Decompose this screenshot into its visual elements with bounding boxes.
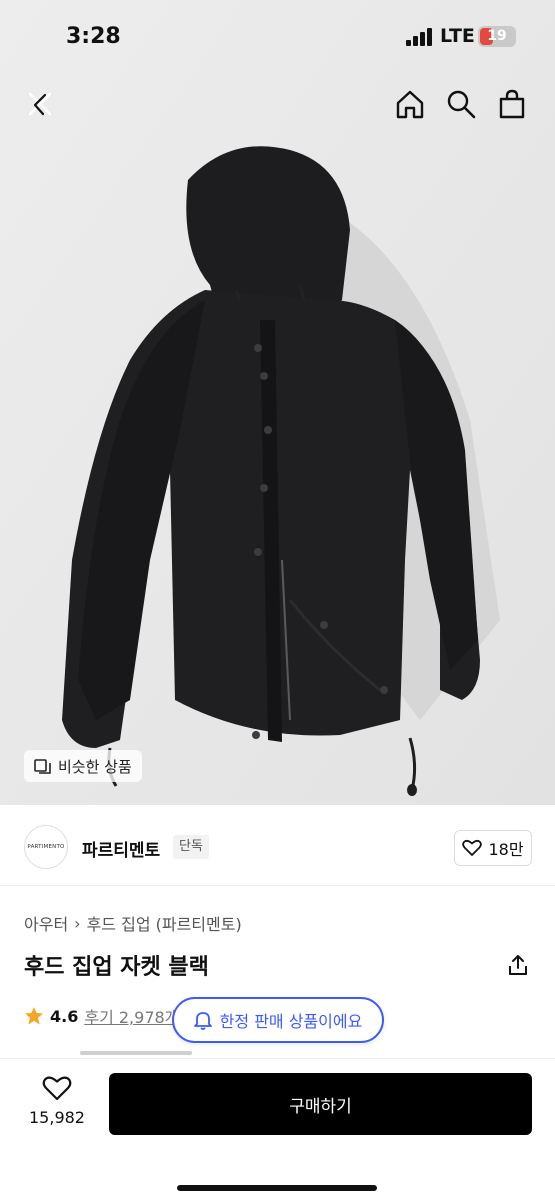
- cart-button[interactable]: [494, 86, 530, 122]
- share-button[interactable]: [504, 951, 532, 979]
- review-link[interactable]: 후기 2,978개: [84, 1004, 179, 1028]
- brand-like-count: 18만: [488, 840, 524, 859]
- breadcrumb-category[interactable]: 아우터: [24, 911, 68, 935]
- brand-like-button[interactable]: 18만: [454, 830, 532, 866]
- shopping-bag-icon: [499, 89, 525, 119]
- bottom-action-bar: 15,982 구매하기: [0, 1058, 555, 1200]
- breadcrumb: 아우터 › 후드 집업 (파르티멘토): [24, 911, 242, 935]
- brand-name[interactable]: 파르티멘토: [82, 836, 160, 861]
- battery-icon: 19: [478, 26, 516, 47]
- exclusive-badge: 단독: [173, 835, 209, 859]
- brand-row[interactable]: PARTIMENTO 파르티멘토 단독 18만: [0, 806, 555, 886]
- rating-value: 4.6: [50, 1006, 79, 1026]
- star-icon: [25, 1007, 43, 1025]
- bell-icon: [193, 1012, 212, 1030]
- limited-sale-text: 한정 판매 상품이에요: [219, 1012, 363, 1031]
- similar-products-button[interactable]: 비슷한 상품: [24, 750, 142, 782]
- share-icon: [509, 955, 527, 975]
- wishlist-count: 15,982: [29, 1108, 85, 1127]
- battery-level: 19: [487, 28, 507, 44]
- home-icon: [396, 90, 424, 119]
- status-bar: 3:28 LTE 19: [0, 0, 555, 72]
- product-title: 후드 집업 자켓 블랙: [24, 955, 209, 980]
- breadcrumb-subcategory[interactable]: 후드 집업 (파르티멘토): [87, 911, 242, 935]
- home-button[interactable]: [392, 86, 428, 122]
- search-icon: [447, 90, 476, 119]
- heart-outline-icon: [42, 1076, 72, 1101]
- search-button[interactable]: [443, 86, 479, 122]
- network-label: LTE: [440, 25, 475, 47]
- similar-icon: [34, 759, 51, 774]
- brand-logo[interactable]: PARTIMENTO: [24, 825, 68, 869]
- brand-logo-text: PARTIMENTO: [27, 844, 65, 850]
- buy-button[interactable]: 구매하기: [109, 1073, 532, 1135]
- back-button[interactable]: [22, 86, 58, 122]
- peek-divider: [80, 1051, 192, 1055]
- home-indicator: [177, 1185, 377, 1191]
- buy-button-label: 구매하기: [289, 1096, 352, 1117]
- signal-icon: [406, 28, 432, 46]
- heart-icon: [462, 839, 483, 856]
- similar-label: 비슷한 상품: [58, 757, 132, 776]
- limited-sale-toast[interactable]: 한정 판매 상품이에요: [172, 997, 384, 1043]
- status-time: 3:28: [66, 24, 121, 49]
- chevron-right-icon: ›: [74, 913, 81, 933]
- rating-row: 4.6 후기 2,978개: [24, 1004, 179, 1028]
- wishlist-button[interactable]: 15,982: [22, 1075, 92, 1127]
- close-back-icon: [28, 92, 52, 116]
